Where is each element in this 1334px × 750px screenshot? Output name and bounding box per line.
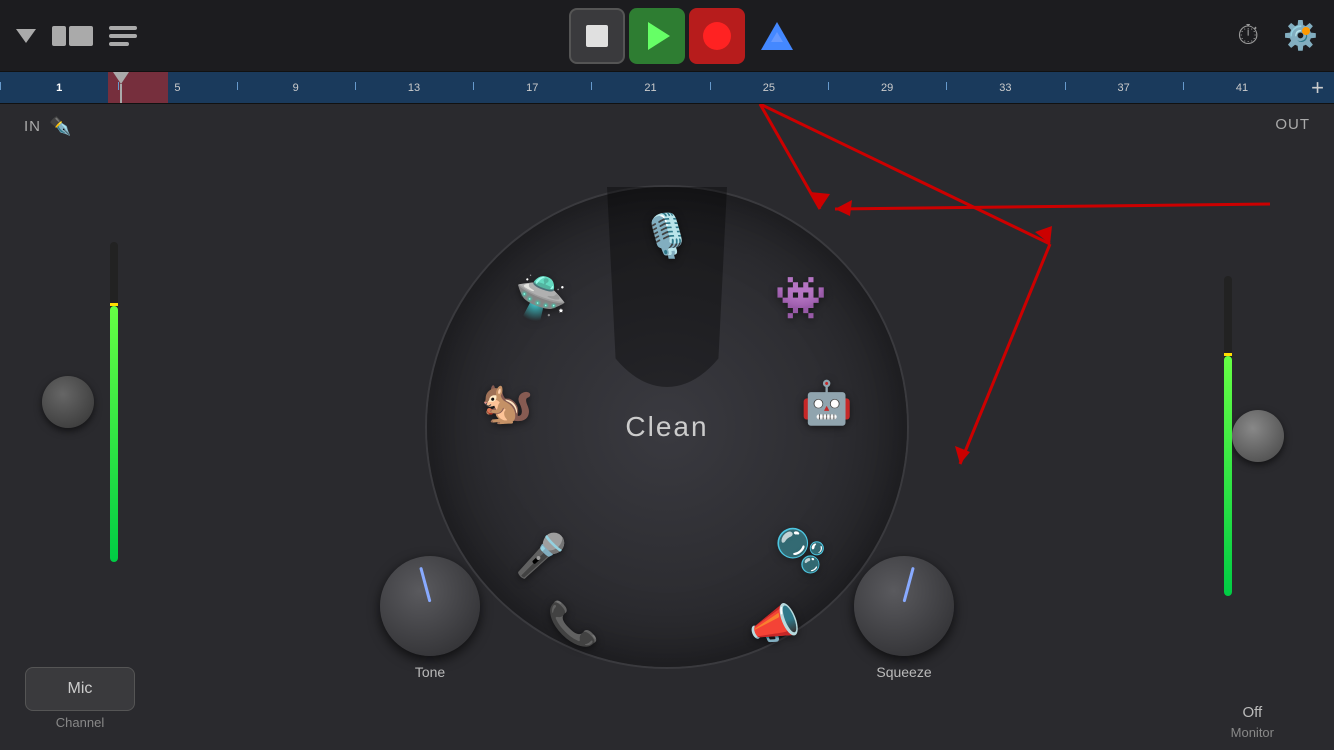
marker-41: 41 (1183, 82, 1301, 94)
tone-knob[interactable] (380, 556, 480, 656)
voice-monster[interactable]: 👾 (775, 277, 827, 319)
record-icon (703, 22, 731, 50)
squeeze-area: Squeeze (854, 556, 954, 680)
tempo-icon: ⏱ (1237, 19, 1259, 52)
marker-37: 37 (1065, 82, 1183, 94)
dropdown-button[interactable] (16, 29, 36, 43)
settings-button[interactable]: ⚙️ (1283, 19, 1318, 52)
right-fader-area (1224, 134, 1284, 738)
play-button[interactable] (629, 8, 685, 64)
list-button[interactable] (109, 26, 137, 46)
layout-sq1 (52, 26, 66, 46)
left-fader-track[interactable] (110, 242, 118, 562)
voice-robot[interactable]: 🤖 (801, 382, 853, 424)
voice-squirrel[interactable]: 🐿️ (481, 382, 533, 424)
squeeze-knob-indicator (903, 567, 915, 603)
voice-handheld-mic[interactable]: 🎤 (515, 535, 567, 577)
off-label: Off (1242, 704, 1262, 721)
main-area: IN ✒️ Mic Channel Tone 🎙️ (0, 104, 1334, 750)
marker-29: 29 (828, 82, 946, 94)
tempo-button[interactable]: ⏱ (1237, 19, 1259, 52)
marker-5: 5 (118, 82, 236, 94)
bottom-right: Off Monitor (1231, 704, 1274, 740)
layout-icon (52, 26, 93, 46)
notification-dot (1302, 27, 1310, 35)
marker-33: 33 (946, 82, 1064, 94)
dropdown-arrow-icon (16, 29, 36, 43)
left-fader-knob[interactable] (42, 376, 94, 428)
toolbar-left (16, 26, 137, 46)
marker-21: 21 (591, 82, 709, 94)
marker-9: 9 (237, 82, 355, 94)
left-fader-fill (110, 306, 118, 562)
record-button[interactable] (689, 8, 745, 64)
marker-25: 25 (710, 82, 828, 94)
metronome-icon (761, 22, 793, 50)
list-line2 (109, 34, 137, 38)
layout-button[interactable] (52, 26, 93, 46)
marker-1: 1 (0, 82, 118, 94)
marker-17: 17 (473, 82, 591, 94)
playhead (120, 72, 122, 103)
monitor-label: Monitor (1231, 725, 1274, 740)
squeeze-label: Squeeze (876, 664, 931, 680)
right-panel: OUT Off Monitor (1174, 104, 1334, 750)
voice-center-label: Clean (625, 411, 708, 443)
list-line3 (109, 42, 129, 46)
left-fader-container (0, 137, 160, 667)
in-label-container: IN ✒️ (24, 116, 71, 137)
voice-megaphone[interactable]: 📣 (749, 603, 801, 645)
list-line1 (109, 26, 137, 30)
metronome-button[interactable] (749, 8, 805, 64)
voice-microphone[interactable]: 🎙️ (641, 215, 693, 257)
right-fader-knob[interactable] (1232, 410, 1284, 462)
add-track-button[interactable]: + (1301, 75, 1334, 101)
right-fader-track[interactable] (1224, 276, 1232, 596)
stop-button[interactable] (569, 8, 625, 64)
left-panel: IN ✒️ Mic Channel (0, 104, 160, 750)
in-mic-icon: ✒️ (49, 116, 71, 137)
voice-alien[interactable]: 🛸 (515, 277, 567, 319)
out-label: OUT (1275, 116, 1310, 133)
timeline-bar: 1 5 9 13 17 21 25 29 33 37 41 (0, 72, 1301, 103)
toolbar-center (569, 8, 805, 64)
playhead-line (120, 84, 122, 103)
stop-icon (586, 25, 608, 47)
right-fader-peak (1224, 353, 1232, 356)
tone-label: Tone (415, 664, 445, 680)
mic-select-button[interactable]: Mic (25, 667, 135, 711)
squeeze-knob[interactable] (854, 556, 954, 656)
marker-13: 13 (355, 82, 473, 94)
tone-knob-indicator (419, 567, 431, 603)
playhead-icon (113, 72, 129, 84)
toolbar-right: ⏱ ⚙️ (1237, 19, 1318, 52)
in-label: IN (24, 118, 41, 135)
play-icon (648, 22, 670, 50)
bottom-left: Mic Channel (0, 667, 160, 738)
left-fader-peak (110, 303, 118, 306)
voice-bubbles[interactable]: 🫧 (775, 530, 827, 572)
list-icon (109, 26, 137, 46)
center-panel: Tone 🎙️ 🛸 👾 🐿️ 🤖 (160, 104, 1174, 750)
layout-sq2 (69, 26, 93, 46)
voice-telephone[interactable]: 📞 (547, 603, 599, 645)
channel-label: Channel (56, 715, 104, 730)
gear-icon: ⚙️ (1283, 19, 1318, 52)
toolbar: ⏱ ⚙️ (0, 0, 1334, 72)
voice-wheel[interactable]: 🎙️ 🛸 👾 🐿️ 🤖 🎤 🫧 (427, 187, 907, 667)
tone-area: Tone (380, 556, 480, 680)
right-fader-fill (1224, 356, 1232, 596)
out-label-container: OUT (1275, 116, 1310, 134)
timeline[interactable]: 1 5 9 13 17 21 25 29 33 37 41 + (0, 72, 1334, 104)
